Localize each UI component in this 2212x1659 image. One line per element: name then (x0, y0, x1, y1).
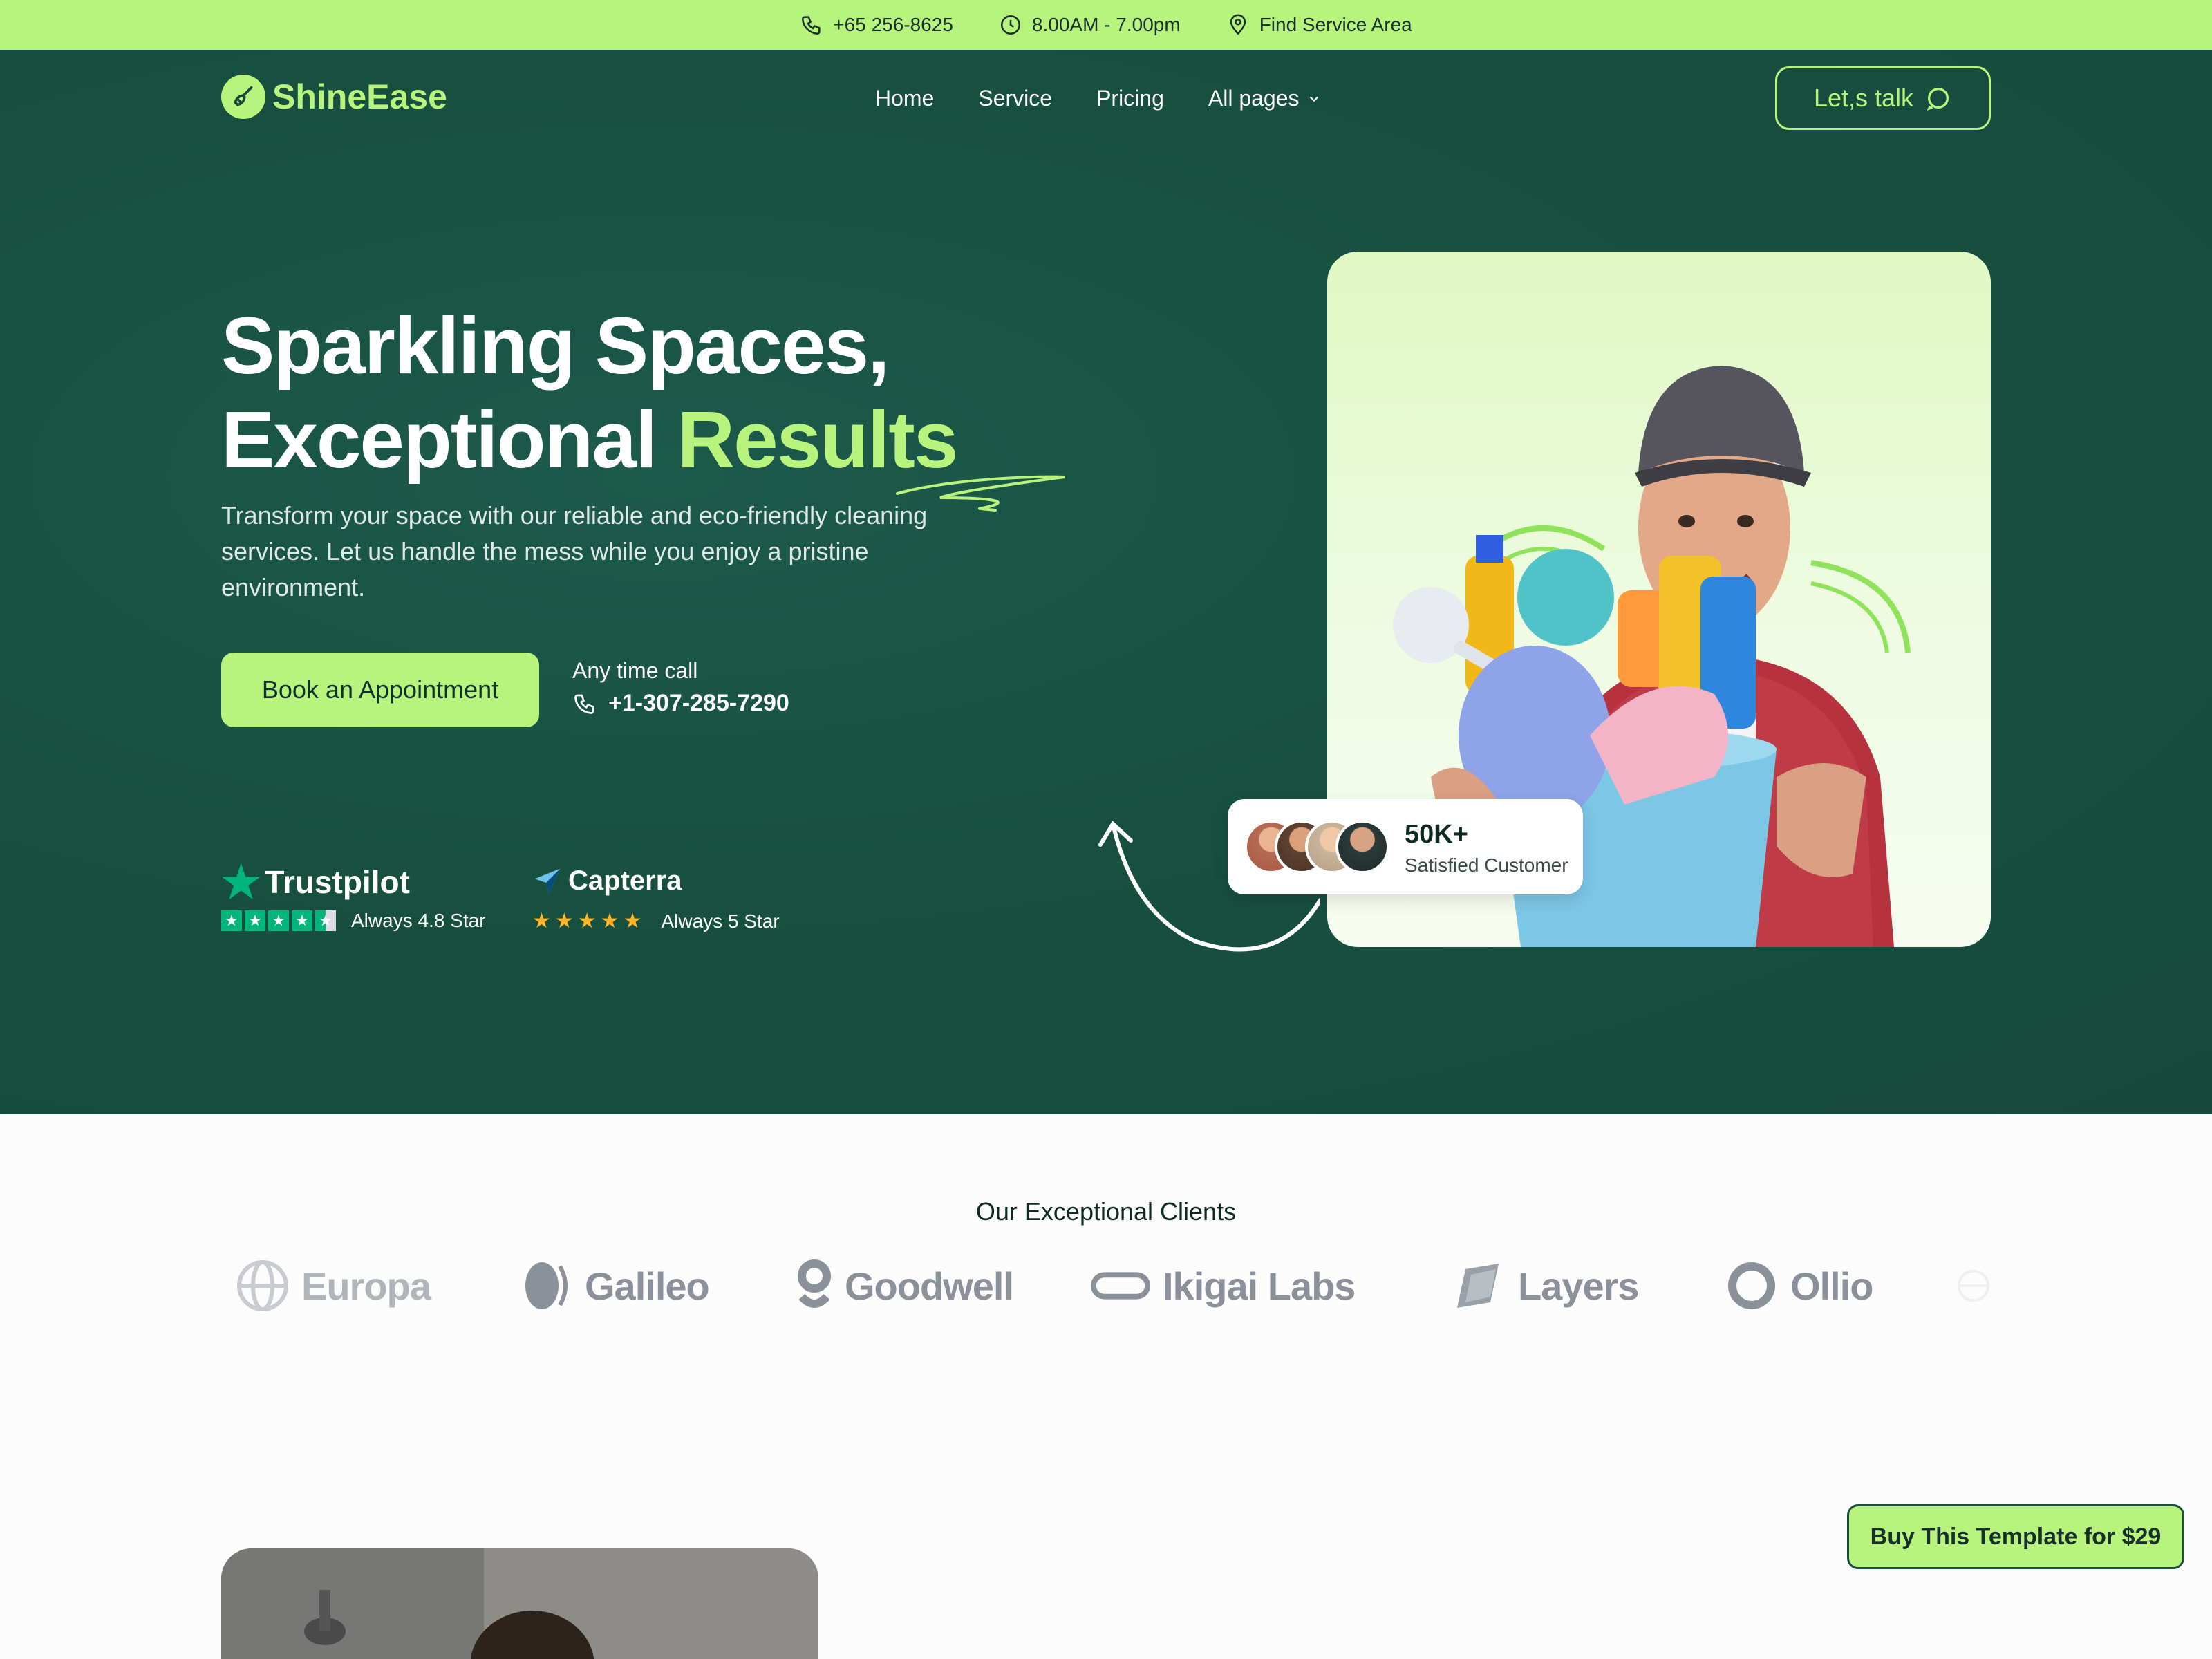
hero-title-line2: Exceptional Results (221, 393, 958, 487)
call-label: Any time call (572, 658, 698, 683)
client-logo-ollio: Ollio (1724, 1251, 1873, 1320)
star-icon: ★ (245, 910, 265, 931)
capterra-rating: Capterra ★★★★★ Always 5 Star (532, 865, 780, 933)
topbar-area-text: Find Service Area (1259, 14, 1412, 35)
brand-name: ShineEase (272, 77, 447, 116)
topbar-hours-text: 8.00AM - 7.00pm (1031, 14, 1181, 35)
hero-section: ShineEase Home Service Pricing All pages… (0, 50, 2212, 1114)
hero-title: Sparkling Spaces, Exceptional Results (221, 299, 958, 487)
main-nav: Home Service Pricing All pages (875, 86, 1322, 111)
trustpilot-name: Trustpilot (265, 864, 410, 900)
book-appointment-label: Book an Appointment (261, 675, 499, 704)
location-pin-icon (1230, 14, 1246, 35)
trustpilot-brand: ★ Trustpilot (221, 857, 486, 907)
ikigai-mark-icon (1090, 1272, 1151, 1300)
star-icon: ★ (221, 910, 242, 931)
layers-mark-icon (1457, 1264, 1499, 1308)
nav-all-pages[interactable]: All pages (1208, 86, 1322, 111)
client-name: Layers (1518, 1264, 1640, 1308)
client-name: Ikigai Labs (1163, 1264, 1356, 1308)
lets-talk-label: Let,s talk (1813, 84, 1914, 112)
trustpilot-stars-row: ★ ★ ★ ★ ★ Always 4.8 Star (221, 910, 486, 932)
topbar-service-area[interactable]: Find Service Area (1226, 13, 1412, 37)
goodwell-mark-icon (798, 1259, 831, 1308)
client-logo-europa: Europa (235, 1251, 431, 1320)
ollio-mark-icon (1728, 1262, 1775, 1309)
chevron-down-icon (1309, 95, 1318, 102)
client-logo-goodwell: Goodwell (795, 1251, 1014, 1320)
client-name: Goodwell (845, 1264, 1014, 1308)
client-name: Ollio (1790, 1264, 1873, 1308)
call-number-link[interactable]: +1-307-285-7290 (572, 690, 789, 717)
client-name: Galileo (585, 1264, 710, 1308)
capterra-name: Capterra (568, 865, 682, 896)
book-appointment-button[interactable]: Book an Appointment (221, 653, 539, 727)
avatar (1335, 820, 1389, 874)
galileo-mark-icon (525, 1262, 568, 1309)
about-photo (221, 1548, 818, 1659)
star-icon: ★ (292, 910, 312, 931)
topbar-phone[interactable]: +65 256-8625 (800, 13, 953, 37)
about-photo-card (221, 1548, 818, 1659)
globe-icon (237, 1260, 288, 1311)
client-name: Europa (301, 1264, 431, 1308)
capterra-text: Always 5 Star (661, 910, 780, 932)
client-logo-ikigai-labs: Ikigai Labs (1089, 1251, 1356, 1320)
star-half-icon: ★ (315, 910, 336, 931)
trustpilot-rating: ★ Trustpilot ★ ★ ★ ★ ★ Always 4.8 Star (221, 857, 486, 932)
clients-title: Our Exceptional Clients (975, 1197, 1237, 1226)
capterra-stars-row: ★★★★★ Always 5 Star (532, 909, 780, 933)
top-info-bar: +65 256-8625 8.00AM - 7.00pm Find Servic… (0, 0, 2212, 50)
capterra-logo-icon (534, 868, 561, 894)
globe-icon (1957, 1269, 1990, 1302)
call-number-text: +1-307-285-7290 (608, 690, 789, 716)
stat-label: Satisfied Customer (1405, 854, 1568, 876)
clock-icon (1000, 15, 1020, 35)
topbar-hours: 8.00AM - 7.00pm (999, 13, 1181, 37)
capterra-brand: Capterra (532, 865, 780, 897)
capterra-stars-icon: ★★★★★ (532, 910, 646, 932)
buy-template-label: Buy This Template for $29 (1870, 1523, 2162, 1550)
chat-bubble-icon (1927, 88, 1949, 111)
stat-value: 50K+ (1405, 820, 1468, 849)
nav-home[interactable]: Home (875, 86, 934, 111)
trustpilot-text: Always 4.8 Star (351, 910, 486, 931)
nav-service[interactable]: Service (978, 86, 1052, 111)
hero-title-line1: Sparkling Spaces, (221, 301, 890, 391)
trustpilot-stars: ★ ★ ★ ★ ★ (221, 910, 336, 931)
lets-talk-button[interactable]: Let,s talk (1775, 66, 1991, 130)
broom-icon (221, 75, 265, 119)
customers-stat-card: 50K+ Satisfied Customer (1228, 799, 1583, 894)
client-logo-layers: Layers (1452, 1251, 1640, 1320)
nav-all-pages-label: All pages (1208, 86, 1300, 111)
trustpilot-star-icon: ★ (221, 857, 261, 907)
hero-title-word: Exceptional (221, 395, 657, 485)
buy-template-button[interactable]: Buy This Template for $29 (1847, 1504, 2184, 1569)
nav-pricing[interactable]: Pricing (1096, 86, 1164, 111)
star-icon: ★ (268, 910, 289, 931)
client-logos-strip: Europa Galileo Goodwell Ikigai Labs Laye… (235, 1251, 1991, 1320)
client-logo-galileo: Galileo (518, 1251, 710, 1320)
customer-avatars (1244, 820, 1389, 874)
brand-logo[interactable]: ShineEase (221, 75, 447, 119)
phone-icon (802, 16, 821, 35)
phone-icon (574, 694, 594, 714)
client-logo-partial (1956, 1251, 1991, 1320)
hero-description: Transform your space with our reliable a… (221, 501, 928, 601)
topbar-phone-text: +65 256-8625 (833, 14, 953, 35)
